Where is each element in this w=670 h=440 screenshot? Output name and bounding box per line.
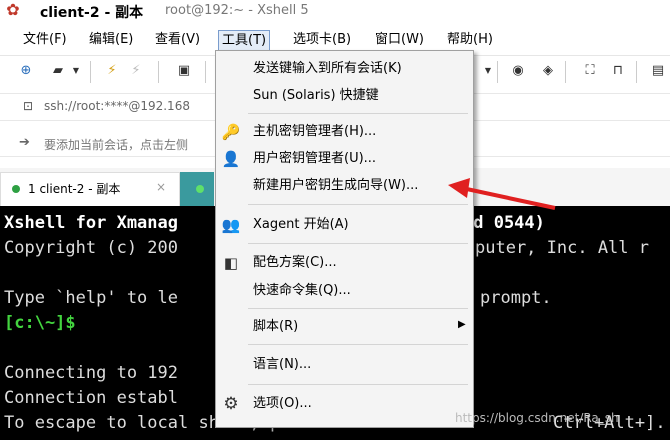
annotation-arrow-icon [448,178,556,210]
watermark: https://blog.csdn.net/Ra_sh [455,411,619,425]
